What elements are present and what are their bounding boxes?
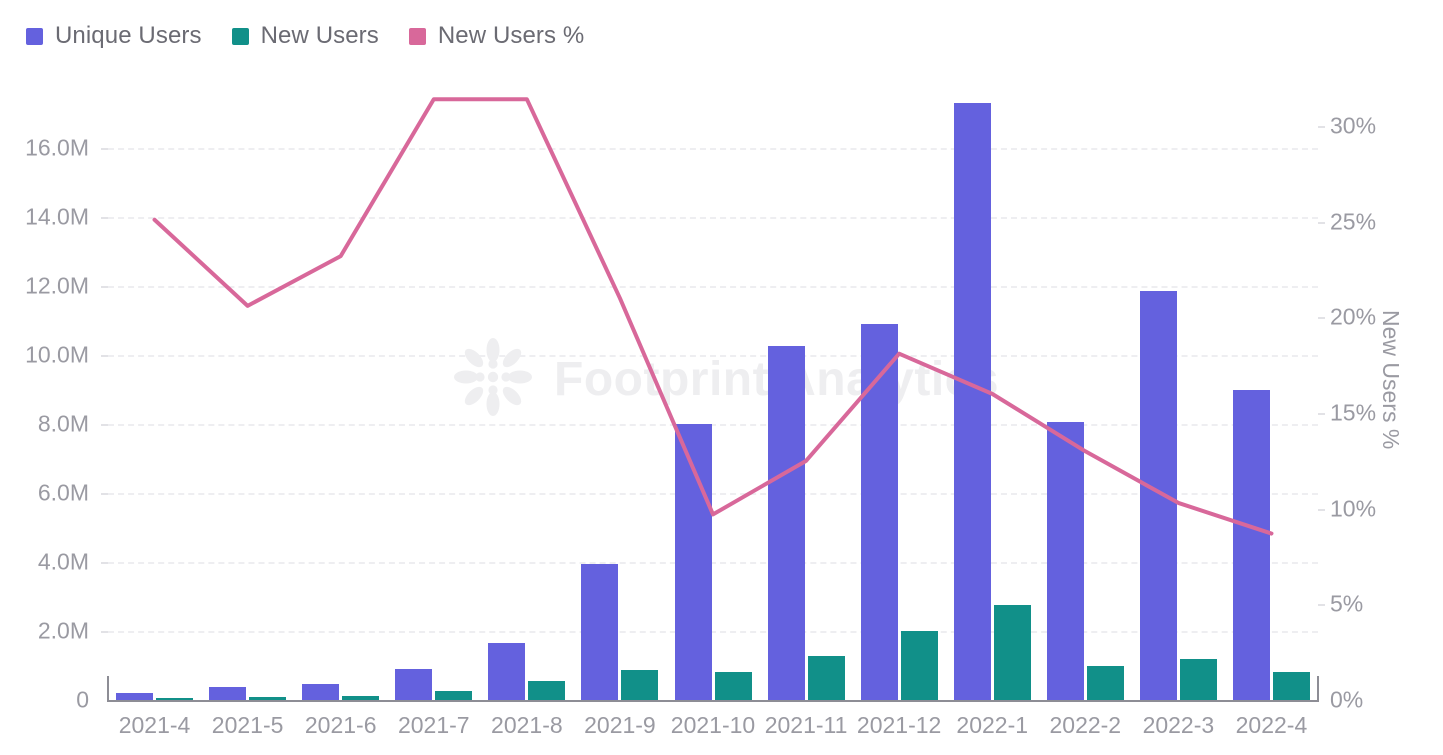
y-axis-left-tick-mark [101, 424, 108, 426]
x-axis-line [107, 700, 1319, 702]
x-axis-tick-label: 2022-4 [1235, 712, 1308, 738]
x-axis-tick-label: 2021-8 [491, 712, 563, 738]
bar-unique-users[interactable] [1139, 291, 1177, 700]
gridline [108, 562, 1318, 564]
bar-new-users[interactable] [1272, 672, 1310, 700]
bar-new-users[interactable] [900, 631, 938, 700]
line-path-new-users-percent [152, 97, 1274, 536]
y-axis-left-tick-mark [101, 148, 108, 150]
flower-logo-icon [450, 334, 536, 425]
bar-new-users[interactable] [435, 691, 473, 700]
y-axis-right-line [1317, 676, 1319, 702]
gridline [108, 217, 1318, 219]
y-axis-left-tick-mark [101, 631, 108, 633]
x-axis-tick-label: 2021-9 [584, 712, 656, 738]
gridline [108, 355, 1318, 357]
y-axis-right-tick-label: 10% [1330, 495, 1377, 522]
y-axis-left-tick-label: 10.0M [25, 341, 89, 368]
y-axis-left-tick-mark [101, 217, 108, 219]
gridline [108, 148, 1318, 150]
y-axis-left-tick-mark [101, 355, 108, 357]
y-axis-right-tick-mark [1318, 604, 1325, 607]
bar-new-users[interactable] [528, 681, 566, 700]
watermark: Footprint Analytics [450, 334, 999, 425]
bar-new-users[interactable] [621, 669, 659, 700]
bar-unique-users[interactable] [209, 687, 247, 700]
y-axis-left-tick-label: 4.0M [37, 548, 89, 575]
bar-unique-users[interactable] [581, 563, 619, 700]
x-axis-tick-label: 2022-2 [1049, 712, 1122, 738]
x-axis-tick-label: 2021-5 [211, 712, 284, 738]
gridline [108, 631, 1318, 633]
y-axis-right-tick-mark [1318, 126, 1325, 128]
bar-unique-users[interactable] [953, 103, 991, 700]
bar-unique-users[interactable] [1046, 422, 1084, 700]
gridline [108, 493, 1318, 495]
x-axis-tick-label: 2021-12 [856, 712, 942, 738]
y-axis-right-title: New Users % [1378, 310, 1404, 450]
y-axis-right-tick-label: 5% [1330, 590, 1364, 617]
bar-unique-users[interactable] [1232, 389, 1270, 700]
bar-new-users[interactable] [993, 605, 1031, 700]
bar-new-users[interactable] [1086, 665, 1124, 700]
y-axis-left-tick-mark [101, 562, 108, 564]
y-axis-left-tick-label: 0 [76, 686, 89, 713]
y-axis-right-tick-label: 25% [1330, 208, 1377, 235]
y-axis-left-tick-label: 8.0M [37, 410, 89, 437]
y-axis-right-tick-label: 15% [1330, 399, 1377, 426]
bar-unique-users[interactable] [302, 683, 340, 700]
y-axis-right-tick-mark [1318, 413, 1325, 415]
x-axis-tick-label: 2021-6 [304, 712, 377, 738]
x-axis-tick-label: 2021-4 [118, 712, 191, 738]
y-axis-left-line [107, 676, 109, 702]
x-axis-tick-label: 2021-7 [397, 712, 470, 738]
bar-new-users[interactable] [1179, 658, 1217, 700]
bar-unique-users[interactable] [860, 323, 898, 700]
y-axis-left-tick-label: 2.0M [37, 617, 89, 644]
y-axis-left-tick-label: 6.0M [37, 479, 89, 506]
bar-unique-users[interactable] [767, 346, 805, 700]
y-axis-right-tick-label: 0% [1330, 686, 1364, 713]
y-axis-left-tick-mark [101, 286, 108, 288]
y-axis-left-tick-mark [101, 493, 108, 495]
x-axis-tick-label: 2021-10 [670, 712, 756, 738]
x-axis-tick-label: 2021-11 [764, 712, 848, 738]
y-axis-left-tick-label: 12.0M [25, 272, 89, 299]
y-axis-left-tick-label: 16.0M [25, 134, 89, 161]
bar-new-users[interactable] [714, 672, 752, 700]
y-axis-left-tick-label: 14.0M [25, 203, 89, 230]
gridline [108, 424, 1318, 426]
x-axis-tick-label: 2022-3 [1142, 712, 1215, 738]
x-axis-tick-label: 2022-1 [956, 712, 1029, 738]
bar-new-users[interactable] [807, 656, 845, 700]
y-axis-right-tick-mark [1318, 221, 1325, 224]
y-axis-right-tick-mark [1318, 508, 1325, 511]
chart-plot: Footprint Analytics 0 2.0M 4.0M 6.0M 8.0M 10.… [0, 0, 1443, 755]
line-series-new-users-percent [152, 97, 1274, 536]
bar-unique-users[interactable] [395, 668, 433, 700]
y-axis-right-tick-mark [1318, 317, 1325, 320]
gridline [108, 286, 1318, 288]
y-axis-right-tick-label: 20% [1330, 303, 1377, 330]
bar-unique-users[interactable] [488, 643, 526, 700]
bar-unique-users[interactable] [116, 693, 154, 700]
bar-unique-users[interactable] [674, 424, 712, 700]
y-axis-right-tick-label: 30% [1330, 112, 1377, 139]
